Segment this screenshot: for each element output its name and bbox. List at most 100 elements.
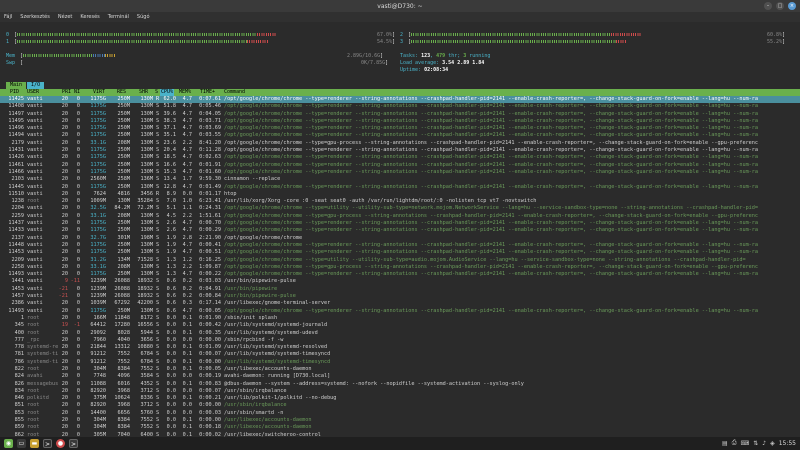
table-row[interactable]: 834 root 20 0 82920 3968 3712 S 0.0 0.0 0:00.07/us… <box>0 388 800 395</box>
col-virt[interactable]: VIRT <box>93 89 105 96</box>
table-row[interactable]: 778 systemd-re 20 0 21844 13312 10880 S 0.0 0.1 0:… <box>0 344 800 351</box>
table-row[interactable]: 11445 vasti 20 0 1175G 250M 130M S 12.8 4.7 0:01.4… <box>0 184 800 191</box>
table-row[interactable]: 855 root 20 0 304M 8384 7552 S 0.0 0.1 0:00.00/usr… <box>0 417 800 424</box>
table-row[interactable]: 1441 vasti 9 -11 1239M 26088 18932 S 0.6 0.2 0:03.… <box>0 278 800 285</box>
cell-cmd: cinnamon --replace <box>224 176 281 183</box>
col-ni[interactable]: NI <box>74 89 80 96</box>
col-cpu[interactable]: CPU% <box>160 89 175 96</box>
maximize-icon[interactable]: □ <box>776 2 784 10</box>
clipboard-icon[interactable]: ▤ <box>722 440 728 447</box>
table-row[interactable]: 11466 vasti 20 0 1175G 250M 130M S 15.3 4.7 0:01.6… <box>0 169 800 176</box>
table-row[interactable]: 11461 vasti 20 0 1175G 250M 130M S 16.6 4.7 0:01.9… <box>0 162 800 169</box>
clock[interactable]: 15:55 <box>779 440 796 447</box>
col-time[interactable]: TIME+ <box>200 89 215 96</box>
table-row[interactable]: 1238 root 20 0 1009M 130M 35284 S 7.0 1.0 6:23.41/… <box>0 198 800 205</box>
table-row[interactable]: 777 _rpc 20 0 7960 4040 3656 S 0.0 0.0 0:00.00/sbi… <box>0 337 800 344</box>
minimize-icon[interactable]: – <box>764 2 772 10</box>
cell-shr: 42200 <box>137 300 153 307</box>
table-row[interactable]: 11437 vasti 20 0 1175G 250M 130M S 2.6 4.7 0:00.70… <box>0 220 800 227</box>
tab-main[interactable]: Main <box>6 82 27 89</box>
cell-res: 250M <box>117 161 131 168</box>
cell-pri: 20 <box>61 365 68 372</box>
table-row[interactable]: 345 root 19 -1 64412 17280 16556 S 0.0 0.1 0:00.42… <box>0 322 800 329</box>
menu-view[interactable]: Nézet <box>58 14 72 20</box>
table-row[interactable]: 11495 vasti 20 0 1175G 250M 130M S 38.3 4.7 0:03.7… <box>0 118 800 125</box>
table-row[interactable]: 2386 vasti 20 0 1039M 67292 42200 S 0.6 0.3 0:17.1… <box>0 300 800 307</box>
col-state[interactable]: S <box>155 89 158 96</box>
table-row[interactable]: 11510 vasti 20 0 7624 4816 3456 R 8.9 0.0 0:01.17 h… <box>0 191 800 198</box>
table-row[interactable]: 11431 vasti 20 0 1175G 250M 130M S 20.4 4.7 0:11.2… <box>0 147 800 154</box>
table-row[interactable]: 1 root 20 0 166M 11848 8172 S 0.0 0.1 0:01.90/sbin… <box>0 315 800 322</box>
table-row[interactable]: 11493 vasti 20 0 1175G 250M 130M S 0.6 4.7 0:00.05… <box>0 308 800 315</box>
show-desktop-icon[interactable]: ▭ <box>17 439 26 448</box>
table-row[interactable]: 826 messagebus 20 0 11088 6016 4352 S 0.0 0.1 0:00… <box>0 381 800 388</box>
col-res[interactable]: RES <box>117 89 126 96</box>
printer-icon[interactable]: ⎙ <box>732 439 737 447</box>
terminal-icon[interactable]: > <box>43 439 52 448</box>
cell-time: 1:51.61 <box>199 212 221 219</box>
table-row[interactable]: 1453 vasti -21 0 1239M 26088 18932 S 0.6 0.2 0:04.… <box>0 286 800 293</box>
table-row[interactable]: 822 root 20 0 304M 8384 7552 S 0.0 0.1 0:00.05/usr… <box>0 366 800 373</box>
menu-icon[interactable]: ◉ <box>4 439 13 448</box>
keyboard-icon[interactable]: ⌨ <box>741 440 750 447</box>
cell-ni: 0 <box>76 190 80 197</box>
table-row[interactable]: 846 polkitd 20 0 375M 10624 8336 S 0.0 0.1 0:00.21… <box>0 395 800 402</box>
table-row[interactable]: 781 systemd-ti 20 0 91212 7552 6784 S 0.0 0.1 0:00… <box>0 351 800 358</box>
table-row[interactable]: 11408 vasti 20 0 1175G 250M 130M S 51.8 4.7 0:05.4… <box>0 103 800 110</box>
network-icon[interactable]: ⇅ <box>753 440 758 447</box>
cell-ni: 0 <box>76 183 80 190</box>
cell-pid: 345 <box>14 322 24 329</box>
table-row[interactable]: 2179 vasti 20 0 33.1G 208M 130M S 23.6 2.2 8:41.20… <box>0 140 800 147</box>
table-row[interactable]: 786 systemd-ti 20 0 91212 7552 6784 S 0.0 0.1 0:00… <box>0 359 800 366</box>
cell-user: polkitd <box>27 395 49 402</box>
menu-edit[interactable]: Szerkesztés <box>20 14 50 20</box>
table-row[interactable]: 2137 vasti 20 0 32.7G 301M 198M S 1.9 2.8 2:21.90/… <box>0 235 800 242</box>
menu-file[interactable]: Fájl <box>4 14 12 20</box>
menu-help[interactable]: Súgó <box>137 14 150 20</box>
table-row[interactable]: 2259 vasti 20 0 33.1G 208M 130M S 4.5 2.2 1:51.61/… <box>0 213 800 220</box>
terminal-area[interactable]: 0[67.0%] 1[54.5%] Mem[2.89G/10.6G] Swp[0… <box>0 22 800 437</box>
table-row[interactable]: 400 root 20 0 29092 8028 5944 S 0.0 0.1 0:00.35/us… <box>0 330 800 337</box>
cell-shr: 130M <box>140 271 154 278</box>
tab-io[interactable]: I/O <box>27 82 45 89</box>
cell-mem: 0.1 <box>182 322 192 329</box>
table-row[interactable]: 2103 vasti 20 0 2560M 258M 136M S 13.4 1.7 9:59.30… <box>0 176 800 183</box>
terminal-window-icon[interactable]: > <box>69 439 78 448</box>
cell-user: vasti <box>27 249 43 256</box>
cell-cpu: 12.8 <box>163 183 177 190</box>
table-row[interactable]: 853 root 20 0 14400 6656 5760 S 0.0 0.0 0:00.03/us… <box>0 410 800 417</box>
table-row[interactable]: 859 root 20 0 304M 8384 7552 S 0.0 0.1 0:00.18/usr… <box>0 424 800 431</box>
table-row[interactable]: 2258 vasti 20 0 33.1G 208M 130M S 1.3 2.2 1:09.87/… <box>0 264 800 271</box>
table-row[interactable]: 11496 vasti 20 0 1175G 250M 130M S 37.1 4.7 0:03.6… <box>0 125 800 132</box>
table-row[interactable]: 1457 vasti -21 0 1239M 26088 18932 S 0.6 0.2 0:00.… <box>0 293 800 300</box>
cell-shr: 130M <box>140 110 154 117</box>
table-row[interactable]: 11433 vasti 20 0 1175G 250M 130M S 2.6 4.7 0:00.29… <box>0 227 800 234</box>
col-pid[interactable]: PID <box>10 89 19 96</box>
menu-search[interactable]: Keresés <box>80 14 99 20</box>
col-pri[interactable]: PRI <box>62 89 71 96</box>
cell-time: 0:00.51 <box>199 249 221 256</box>
table-row[interactable]: 11493 vasti 20 0 1175G 250M 130M S 1.3 4.7 0:00.22… <box>0 271 800 278</box>
col-command[interactable]: Command <box>224 89 245 96</box>
table-row[interactable]: 2204 vasti 20 0 32.5G 84.2M 72.2M S 5.1 1.1 0:24.3… <box>0 205 800 212</box>
col-mem[interactable]: MEM% <box>179 89 191 96</box>
folder-icon[interactable]: ▬ <box>30 439 39 448</box>
col-shr[interactable]: SHR <box>139 89 148 96</box>
table-row[interactable]: 824 avahi 20 0 7748 4096 3584 S 0.0 0.0 0:00.19 ava… <box>0 373 800 380</box>
col-user[interactable]: USER <box>27 89 39 96</box>
table-row[interactable]: 851 root 20 0 82920 3968 3712 S 0.0 0.0 0:00.00/us… <box>0 402 800 409</box>
table-row[interactable]: 11497 vasti 20 0 1175G 250M 130M S 39.6 4.7 0:04.0… <box>0 111 800 118</box>
cell-cmd: /opt/google/chrome/chrome --type=rendere… <box>224 110 759 117</box>
table-row[interactable]: 2209 vasti 20 0 31.2G 134M 71528 S 1.3 1.2 0:16.25… <box>0 257 800 264</box>
table-row[interactable]: 11453 vasti 20 0 1175G 250M 130M S 1.9 4.7 0:00.51… <box>0 249 800 256</box>
shield-icon[interactable]: ◈ <box>770 440 775 447</box>
table-row[interactable]: 11494 vasti 20 0 1175G 250M 130M S 35.1 4.7 0:03.5… <box>0 132 800 139</box>
table-row[interactable]: 11426 vasti 20 0 1175G 250M 130M S 18.5 4.7 0:02.6… <box>0 154 800 161</box>
table-row[interactable]: 11425 vasti 20 0 1175G 250M 130M R 62.0 4.7 0:07.6… <box>0 96 800 104</box>
volume-icon[interactable]: ♪ <box>762 440 766 447</box>
cell-res: 6016 <box>117 380 131 387</box>
menu-terminal[interactable]: Terminál <box>108 14 129 20</box>
table-row[interactable]: 11448 vasti 20 0 1175G 250M 130M S 1.9 4.7 0:00.41… <box>0 242 800 249</box>
close-icon[interactable]: × <box>788 2 796 10</box>
chrome-icon[interactable]: ● <box>56 439 65 448</box>
